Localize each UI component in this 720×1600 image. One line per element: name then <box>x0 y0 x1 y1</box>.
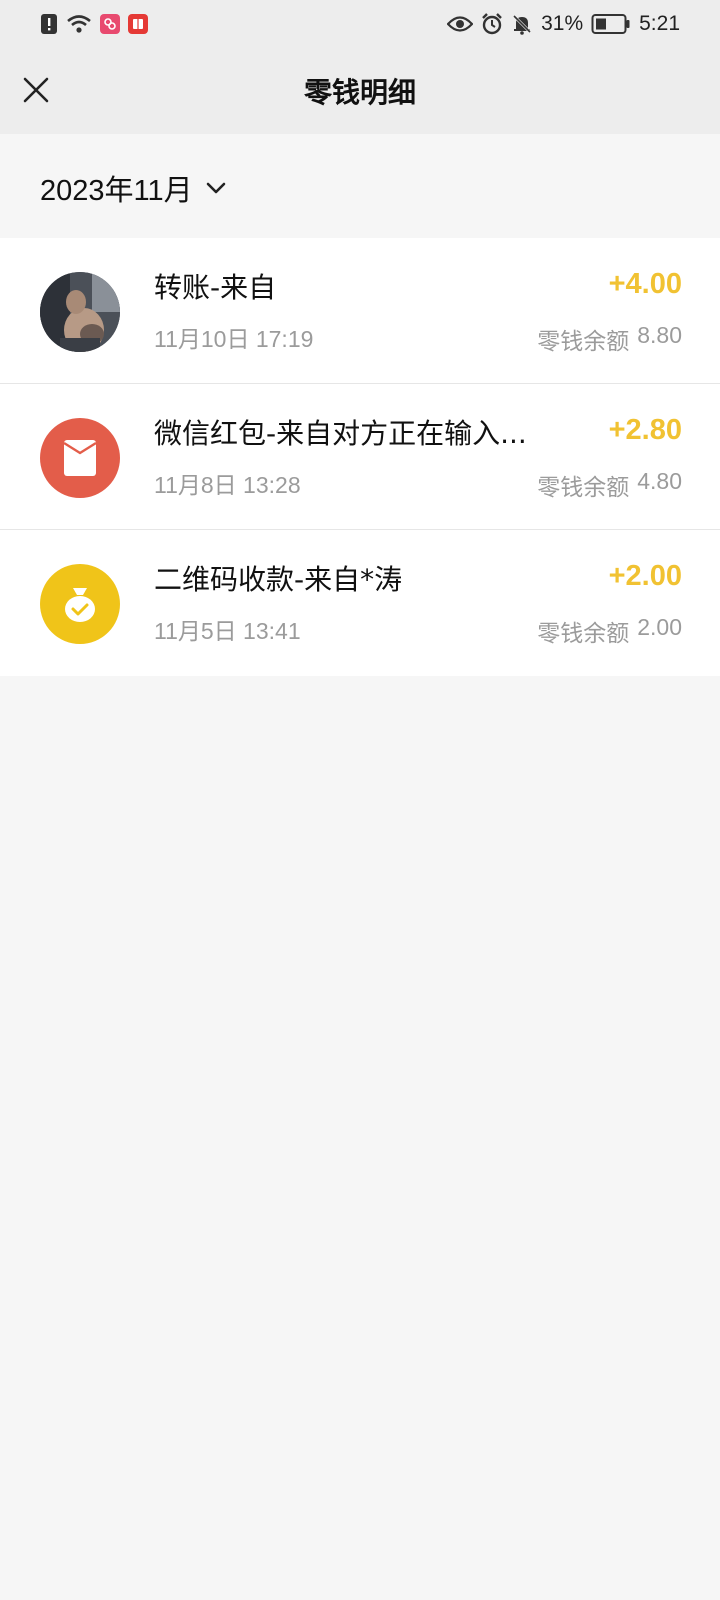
battery-percent: 31% <box>541 12 584 35</box>
balance-label: 零钱余额 <box>537 621 630 647</box>
alert-icon <box>40 13 58 35</box>
clock-time: 5:21 <box>639 12 680 35</box>
balance-value: 2.00 <box>637 614 682 640</box>
transaction-row[interactable]: 微信红包-来自对方正在输入... 11月8日 13:28 +2.80 零钱余额 … <box>0 384 720 530</box>
close-button[interactable] <box>16 70 56 110</box>
alarm-icon <box>481 13 503 35</box>
transaction-title: 二维码收款-来自*涛 <box>154 563 403 596</box>
status-bar-left <box>40 13 148 35</box>
balance-info: 零钱余额 4.80 <box>537 468 682 502</box>
transaction-time: 11月5日 13:41 <box>154 618 301 644</box>
wifi-icon <box>66 14 92 34</box>
transaction-list: 转账-来自 11月10日 17:19 +4.00 零钱余额 8.80 微信红包-… <box>0 238 720 676</box>
eye-icon <box>447 15 474 33</box>
battery-icon <box>591 13 631 35</box>
status-bar-right: 31% 5:21 <box>447 12 680 36</box>
balance-label: 零钱余额 <box>537 475 630 501</box>
app-notification-icon <box>100 14 120 34</box>
balance-info: 零钱余额 2.00 <box>537 614 682 648</box>
red-packet-glyph <box>63 440 97 476</box>
month-label: 2023年11月 <box>40 175 193 207</box>
transaction-time: 11月8日 13:28 <box>154 472 301 498</box>
money-bag-icon <box>40 564 120 644</box>
balance-label: 零钱余额 <box>537 329 630 355</box>
red-packet-icon <box>40 418 120 498</box>
balance-value: 4.80 <box>637 468 682 494</box>
book-app-icon <box>128 14 148 34</box>
month-selector[interactable]: 2023年11月 <box>40 166 227 210</box>
close-icon <box>23 77 49 103</box>
transaction-title: 微信红包-来自对方正在输入... <box>154 417 527 450</box>
transaction-time: 11月10日 17:19 <box>154 326 314 352</box>
transaction-amount: +2.00 <box>608 560 682 592</box>
balance-value: 8.80 <box>637 322 682 348</box>
transaction-row[interactable]: 二维码收款-来自*涛 11月5日 13:41 +2.00 零钱余额 2.00 <box>0 530 720 676</box>
mute-bell-icon <box>511 13 533 35</box>
avatar-photo <box>40 272 120 352</box>
transaction-row[interactable]: 转账-来自 11月10日 17:19 +4.00 零钱余额 8.80 <box>0 238 720 384</box>
status-bar: 31% 5:21 <box>0 0 720 48</box>
transaction-amount: +2.80 <box>608 414 682 446</box>
nav-header: 零钱明细 <box>0 48 720 134</box>
money-bag-glyph <box>65 588 95 622</box>
page-title: 零钱明细 <box>303 76 416 109</box>
transaction-title: 转账-来自 <box>154 271 277 304</box>
user-photo-avatar <box>40 272 120 352</box>
balance-info: 零钱余额 8.80 <box>537 322 682 356</box>
chevron-down-icon <box>206 182 225 194</box>
transaction-amount: +4.00 <box>608 268 682 300</box>
